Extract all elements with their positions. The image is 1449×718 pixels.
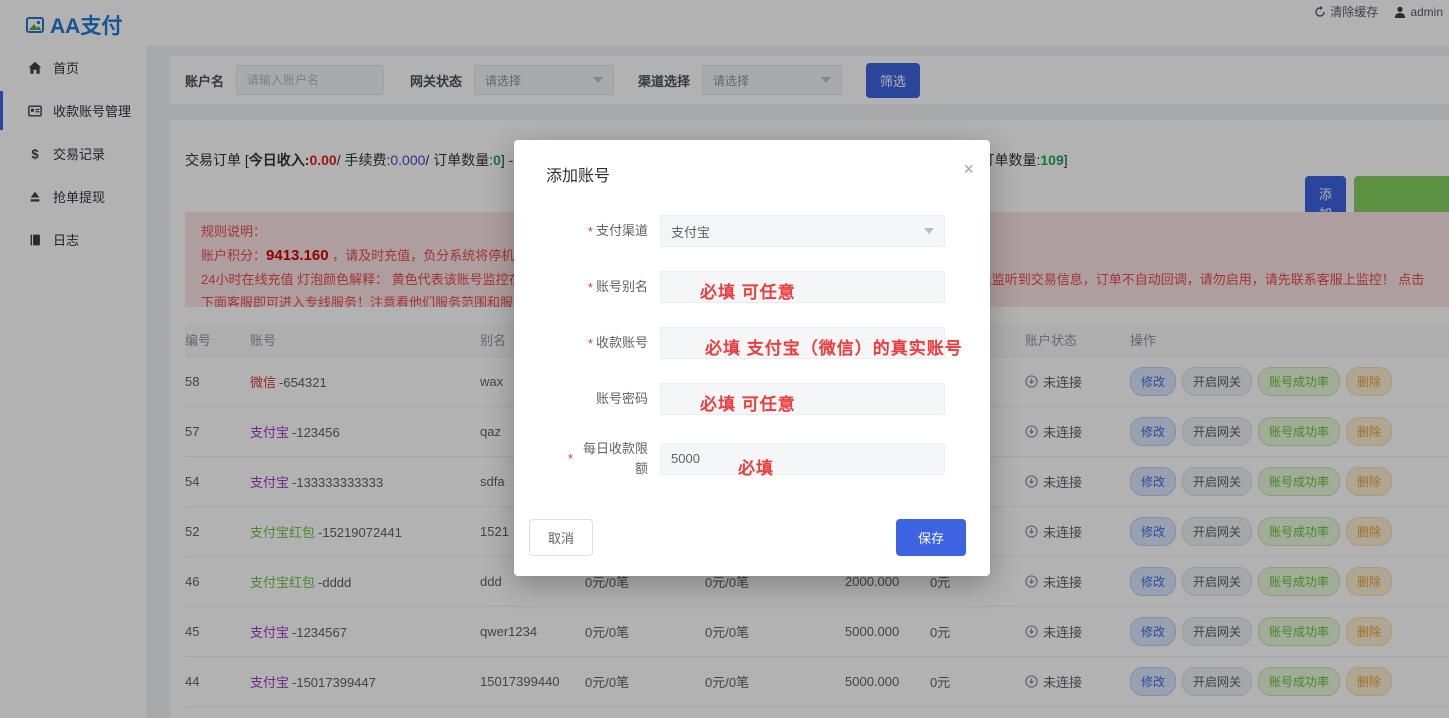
limit-annotation: 必填 [738, 454, 774, 479]
password-annotation: 必填 可任意 [700, 390, 796, 415]
field-daily-limit: *每日收款限额 必填 [530, 439, 974, 478]
chevron-down-icon [924, 228, 934, 234]
daily-limit-input[interactable] [660, 443, 945, 475]
field-pay-channel: *支付渠道 支付宝 [530, 215, 974, 247]
field-account-password: 账号密码 必填 可任意 [530, 383, 974, 415]
close-icon[interactable]: × [963, 160, 974, 178]
receive-account-label: 收款账号 [596, 333, 648, 353]
account-password-label: 账号密码 [596, 389, 648, 409]
modal-title: 添加账号 [546, 162, 610, 186]
alias-annotation: 必填 可任意 [700, 278, 796, 303]
add-account-modal: 添加账号 × *支付渠道 支付宝 *账号别名 必填 可任意 *收款账号 必填 支… [514, 140, 990, 576]
field-receive-account: *收款账号 必填 支付宝（微信）的真实账号 [530, 327, 974, 359]
field-account-alias: *账号别名 必填 可任意 [530, 271, 974, 303]
account-alias-label: 账号别名 [596, 277, 648, 297]
save-button[interactable]: 保存 [896, 519, 966, 556]
pay-channel-label: 支付渠道 [596, 221, 648, 241]
pay-channel-select[interactable]: 支付宝 [660, 215, 945, 247]
cancel-button[interactable]: 取消 [529, 519, 593, 556]
daily-limit-label: 每日收款限额 [576, 439, 648, 478]
receive-account-annotation: 必填 支付宝（微信）的真实账号 [705, 334, 963, 359]
